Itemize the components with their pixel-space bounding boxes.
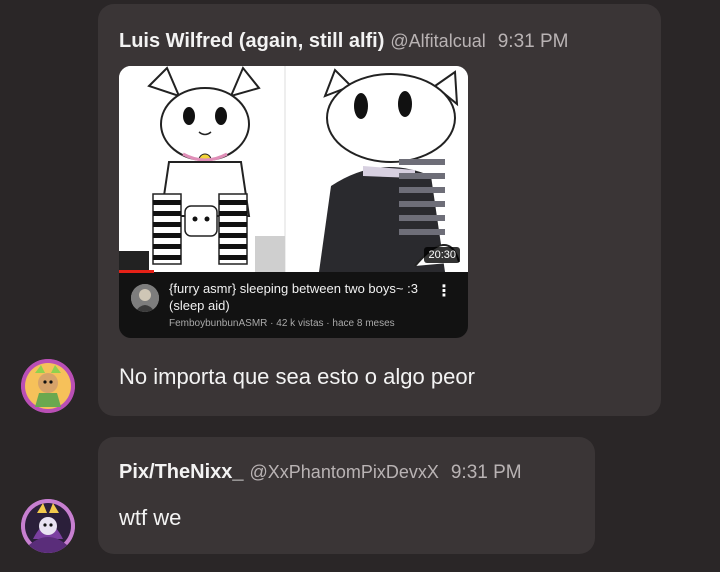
author-name[interactable]: Luis Wilfred (again, still alfi) [119,30,384,52]
message-text: No importa que sea esto o algo peor [119,364,475,389]
more-options-icon[interactable]: ⋮ [436,284,452,300]
message-timestamp: 9:31 PM [450,462,522,483]
message-bubble[interactable]: Luis Wilfred (again, still alfi) @Alfital… [98,4,661,416]
video-duration: 20:30 [424,247,460,263]
author-handle[interactable]: @Alfitalcual [390,31,485,51]
video-meta: FemboybunbunASMR · 42 k vistas · hace 8 … [169,318,395,329]
video-title[interactable]: {furry asmr} sleeping between two boys~ … [169,280,431,314]
video-embed[interactable]: 20:30 {furry asmr} sleeping between two … [119,66,468,338]
message-timestamp: 9:31 PM [497,31,569,52]
video-thumbnail[interactable] [119,66,468,272]
message-header: Pix/TheNixx_ @XxPhantomPixDevxX 9:31 PM [119,461,522,484]
message-header: Luis Wilfred (again, still alfi) @Alfital… [119,30,568,53]
user-avatar[interactable] [21,359,75,413]
message-text: wtf we [119,505,182,530]
channel-avatar[interactable] [131,284,159,312]
video-progress-bar [119,270,154,273]
message-bubble[interactable]: Pix/TheNixx_ @XxPhantomPixDevxX 9:31 PM wt… [98,437,595,554]
author-handle[interactable]: @XxPhantomPixDevxX [250,462,439,482]
author-name[interactable]: Pix/TheNixx_ [119,461,244,483]
user-avatar[interactable] [21,499,75,553]
